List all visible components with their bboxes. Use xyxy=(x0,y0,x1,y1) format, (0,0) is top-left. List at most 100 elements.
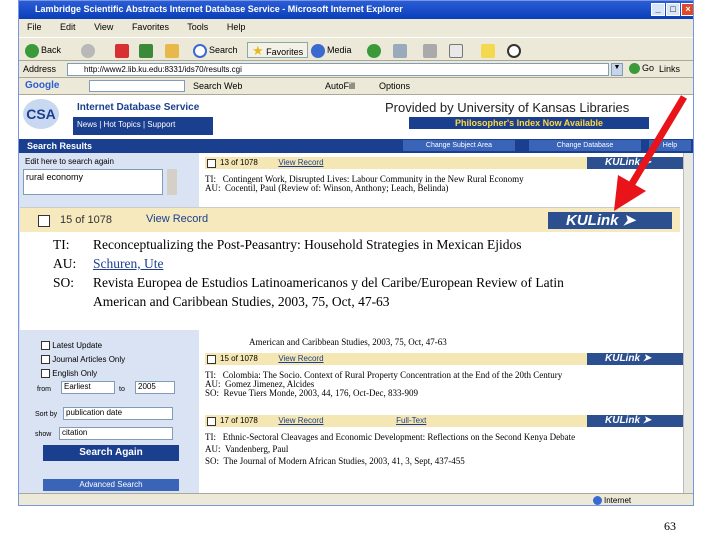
record-number: 15 of 1078 xyxy=(220,354,258,363)
english-only-checkbox[interactable] xyxy=(41,369,50,379)
nav-support[interactable]: Support xyxy=(147,120,175,129)
record-checkbox[interactable] xyxy=(207,158,216,168)
address-dropdown-icon[interactable]: ▼ xyxy=(611,63,623,76)
page-number: 63 xyxy=(664,519,676,533)
google-logo[interactable]: Google xyxy=(25,80,59,91)
address-input[interactable]: http://www2.lib.ku.edu:8331/ids70/result… xyxy=(67,63,609,76)
forward-button[interactable] xyxy=(81,42,97,58)
menu-bar: File Edit View Favorites Tools Help xyxy=(19,19,693,37)
kulink-button[interactable]: KULink ➤ xyxy=(587,415,683,427)
record-checkbox[interactable] xyxy=(207,354,216,364)
from-select[interactable]: Earliest xyxy=(61,381,115,394)
print-button[interactable] xyxy=(423,42,439,58)
stop-icon xyxy=(115,43,129,58)
ti-label: TI: xyxy=(53,237,70,252)
results-header: Search Results xyxy=(27,141,93,151)
record-number: 13 of 1078 xyxy=(220,158,258,167)
zoomed-source-line2: American and Caribbean Studies, 2003, 75… xyxy=(93,294,390,309)
show-select[interactable]: citation xyxy=(59,427,173,440)
view-record-link[interactable]: View Record xyxy=(278,416,323,425)
refresh-icon xyxy=(139,43,153,58)
maximize-button[interactable]: □ xyxy=(666,3,680,16)
option-english-only[interactable]: English Only xyxy=(41,369,97,379)
record-17: 17 of 1078 View Record Full-Text KULink … xyxy=(205,415,683,487)
menu-help[interactable]: Help xyxy=(227,22,246,32)
menu-file[interactable]: File xyxy=(27,22,42,32)
nav-hot-topics[interactable]: Hot Topics xyxy=(104,120,141,129)
full-text-link[interactable]: Full-Text xyxy=(396,416,426,425)
forward-arrow-icon xyxy=(81,43,95,58)
go-button[interactable]: Go xyxy=(629,63,654,75)
zoomed-checkbox[interactable] xyxy=(38,215,50,227)
messenger-icon xyxy=(507,43,521,58)
menu-edit[interactable]: Edit xyxy=(60,22,76,32)
search-again-button[interactable]: Search Again xyxy=(43,445,179,461)
query-scrollbar[interactable] xyxy=(167,169,177,195)
query-textarea[interactable]: rural economy xyxy=(23,169,163,195)
so-label: SO: xyxy=(53,275,75,290)
history-button[interactable] xyxy=(367,42,383,58)
title-bar: Lambridge Scientific Abstracts Internet … xyxy=(19,1,693,19)
change-subject-button[interactable]: Change Subject Area xyxy=(403,140,515,151)
search-hint: Edit here to search again xyxy=(25,157,114,166)
record-checkbox[interactable] xyxy=(207,416,216,426)
kulink-button[interactable]: KULink ➤ xyxy=(587,353,683,365)
google-search-input[interactable] xyxy=(89,80,185,92)
media-button[interactable]: Media xyxy=(311,42,352,58)
menu-favorites[interactable]: Favorites xyxy=(132,22,169,32)
back-button[interactable]: Back xyxy=(25,42,61,58)
zoomed-record: 15 of 1078 View Record KULink ➤ TI: Reco… xyxy=(20,207,680,330)
option-latest-update[interactable]: Latest Update xyxy=(41,341,102,351)
advanced-search-button[interactable]: Advanced Search xyxy=(43,479,179,491)
zoomed-author-link[interactable]: Schuren, Ute xyxy=(93,254,163,273)
close-button[interactable]: × xyxy=(681,3,693,16)
nav-news[interactable]: News xyxy=(77,120,97,129)
home-button[interactable] xyxy=(165,42,181,58)
address-label: Address xyxy=(23,64,57,74)
record-15: 15 of 1078 View Record KULink ➤ TI: Colo… xyxy=(205,353,683,409)
favorites-button[interactable]: ★ Favorites xyxy=(247,42,309,58)
latest-update-checkbox[interactable] xyxy=(41,341,50,351)
record-header: 17 of 1078 View Record Full-Text KULink … xyxy=(205,415,683,427)
media-icon xyxy=(311,43,325,58)
google-toolbar: Google Search Web AutoFill Options xyxy=(19,78,693,95)
service-title: Internet Database Service xyxy=(73,97,213,117)
record-title: TI: Ethnic-Sectoral Cleavages and Econom… xyxy=(205,433,576,442)
address-bar: Address http://www2.lib.ku.edu:8331/ids7… xyxy=(19,61,693,78)
search-icon xyxy=(193,43,207,58)
menu-tools[interactable]: Tools xyxy=(187,22,208,32)
view-record-link[interactable]: View Record xyxy=(278,158,323,167)
note-icon xyxy=(481,43,495,58)
search-button[interactable]: Search xyxy=(193,42,238,58)
sort-select[interactable]: publication date xyxy=(63,407,173,420)
journal-only-checkbox[interactable] xyxy=(41,355,50,365)
status-zone: Internet xyxy=(593,496,631,505)
csa-logo[interactable]: CSA xyxy=(23,99,59,129)
minimize-button[interactable]: _ xyxy=(651,3,665,16)
history-icon xyxy=(367,43,381,58)
record-number: 17 of 1078 xyxy=(220,416,258,425)
mail-icon xyxy=(393,43,407,58)
view-record-link[interactable]: View Record xyxy=(278,354,323,363)
stop-button[interactable] xyxy=(115,42,131,58)
options-button[interactable]: Options xyxy=(379,81,410,91)
autofill-button[interactable]: AutoFill xyxy=(325,81,355,91)
messenger-button[interactable] xyxy=(507,42,523,58)
red-arrow-annotation xyxy=(614,95,688,211)
search-web-button[interactable]: Search Web xyxy=(193,81,242,91)
links-label[interactable]: Links xyxy=(659,64,680,74)
mail-button[interactable] xyxy=(393,42,409,58)
edit-button[interactable] xyxy=(449,42,465,58)
print-icon xyxy=(423,43,437,58)
record-author: AU: Vandenberg, Paul xyxy=(205,445,289,454)
refresh-button[interactable] xyxy=(139,42,155,58)
toolbar: Back Search ★ Favorites Media xyxy=(19,37,693,61)
discuss-button[interactable] xyxy=(481,42,497,58)
zoomed-record-number: 15 of 1078 xyxy=(60,214,112,226)
csa-nav: News | Hot Topics | Support xyxy=(77,120,176,129)
zoomed-view-record-link[interactable]: View Record xyxy=(146,213,208,225)
record-source: SO: The Journal of Modern African Studie… xyxy=(205,457,465,466)
option-journal-only[interactable]: Journal Articles Only xyxy=(41,355,125,365)
menu-view[interactable]: View xyxy=(94,22,113,32)
to-select[interactable]: 2005 xyxy=(135,381,175,394)
